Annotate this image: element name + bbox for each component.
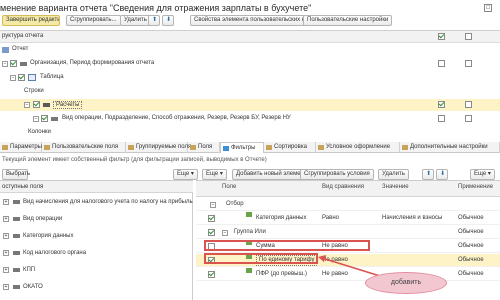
annotation-callout: добавить — [365, 272, 447, 294]
annotation-arrow-icon — [318, 255, 381, 277]
